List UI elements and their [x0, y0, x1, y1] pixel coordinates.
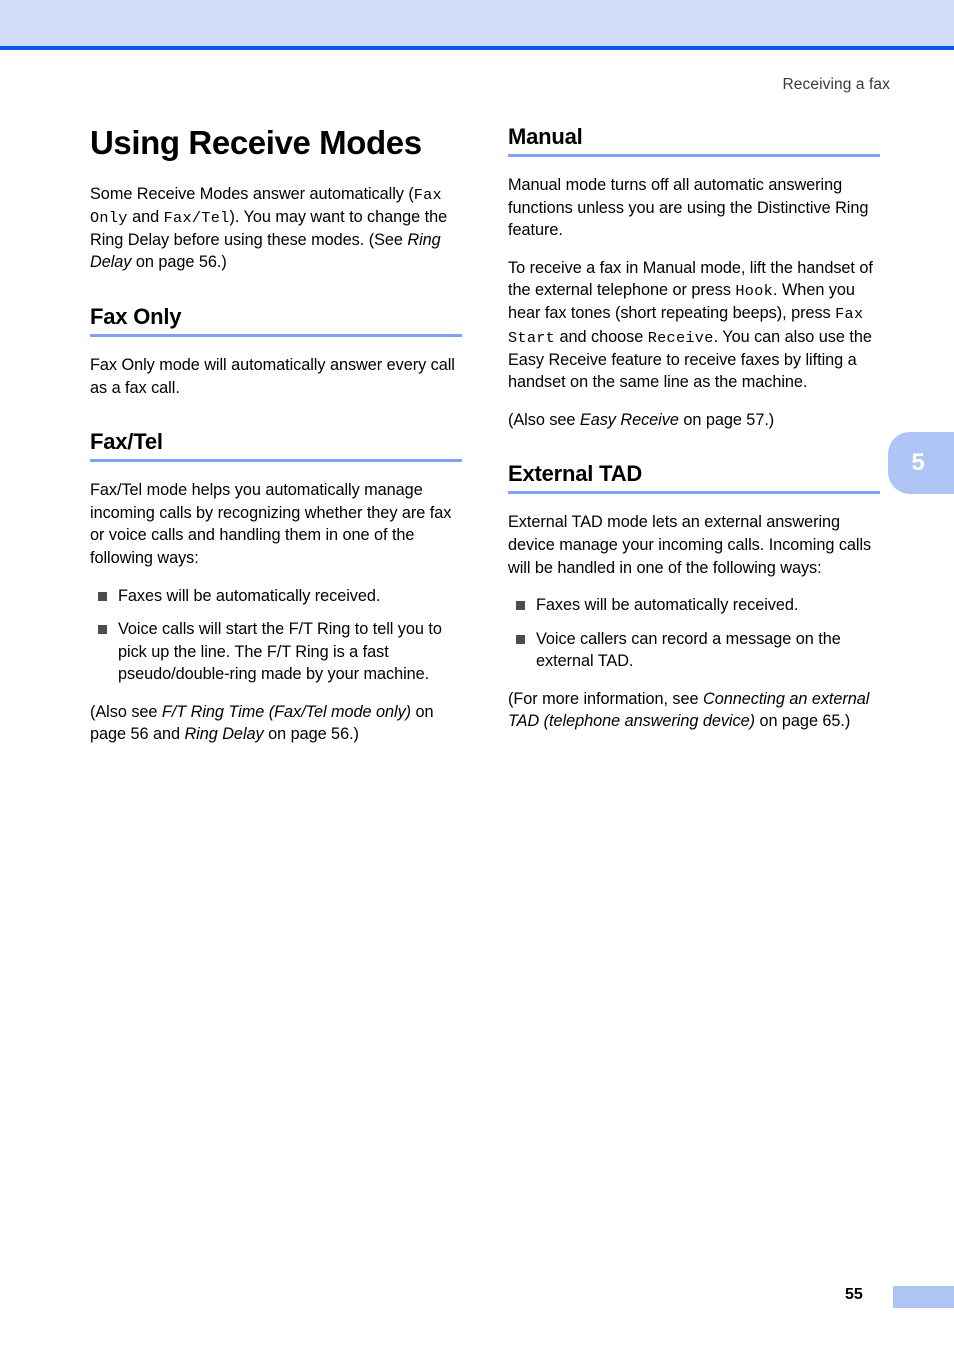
- section-manual: Manual Manual mode turns off all automat…: [508, 124, 880, 432]
- manual-crossref: (Also see Easy Receive on page 57.): [508, 409, 880, 432]
- manual-mono-hook: Hook: [735, 282, 774, 301]
- fax-tel-paragraph: Fax/Tel mode helps you automatically man…: [90, 481, 452, 568]
- external-tad-crossref: (For more information, see Connecting an…: [508, 688, 880, 733]
- bullet-square-icon: [516, 634, 525, 644]
- fax-tel-crossref: (Also see F/T Ring Time (Fax/Tel mode on…: [90, 701, 462, 746]
- right-column: Manual Manual mode turns off all automat…: [508, 124, 880, 733]
- section-fax-tel: Fax/Tel Fax/Tel mode helps you automatic…: [90, 429, 462, 746]
- manual-text-c: and choose: [555, 327, 648, 346]
- two-column-layout: Using Receive Modes Some Receive Modes a…: [90, 124, 880, 746]
- section-heading-fax-only: Fax Only: [90, 303, 182, 329]
- section-heading-manual: Manual: [508, 124, 583, 149]
- manual-mono-receive: Receive: [647, 328, 714, 347]
- heading-rule-manual: [508, 154, 880, 158]
- manual-paragraph-2: To receive a fax in Manual mode, lift th…: [508, 257, 880, 394]
- intro-mono-fax-tel: Fax/Tel: [163, 208, 230, 227]
- fax-tel-bullet-list: Faxes will be automatically received. Vo…: [90, 585, 462, 686]
- running-head: Receiving a fax: [782, 76, 890, 93]
- bullet-square-icon: [516, 601, 525, 611]
- page-number: 55: [845, 1286, 863, 1303]
- heading-rule-external-tad: [508, 491, 880, 495]
- bullet-square-icon: [98, 591, 107, 601]
- page-title: Using Receive Modes: [90, 124, 422, 161]
- section-fax-only: Fax Only Fax Only mode will automaticall…: [90, 303, 462, 399]
- external-tad-paragraph: External TAD mode lets an external answe…: [508, 513, 872, 577]
- bullet-square-icon: [98, 625, 107, 635]
- header-rule: [0, 46, 954, 50]
- fax-tel-crossref-c: on page 56.): [263, 725, 359, 744]
- footer-accent-block: [893, 1286, 954, 1308]
- heading-rule-fax-only: [90, 334, 462, 338]
- list-item: Faxes will be automatically received.: [90, 585, 462, 608]
- manual-ref-easy-receive: Easy Receive: [579, 410, 679, 429]
- manual-crossref-a: (Also see: [508, 410, 580, 429]
- section-external-tad: External TAD External TAD mode lets an e…: [508, 462, 880, 733]
- list-item-text: Voice calls will start the F/T Ring to t…: [118, 620, 442, 684]
- list-item-text: Faxes will be automatically received.: [536, 596, 799, 615]
- external-tad-crossref-b: on page 65.): [754, 712, 851, 731]
- fax-tel-ref-ring-delay: Ring Delay: [184, 725, 264, 744]
- intro-paragraph: Some Receive Modes answer automatically …: [90, 183, 462, 274]
- section-heading-fax-tel: Fax/Tel: [90, 429, 163, 455]
- intro-text-d: on page 56.): [131, 253, 227, 272]
- external-tad-bullet-list: Faxes will be automatically received. Vo…: [508, 594, 880, 673]
- list-item: Voice callers can record a message on th…: [508, 628, 880, 673]
- intro-text-b: and: [127, 207, 164, 226]
- heading-rule-fax-tel: [90, 459, 462, 463]
- chapter-tab: 5: [888, 432, 954, 494]
- list-item-text: Voice callers can record a message on th…: [536, 629, 841, 671]
- chapter-tab-number: 5: [911, 449, 925, 476]
- fax-tel-ref-ft-ring-time: F/T Ring Time (Fax/Tel mode only): [161, 702, 412, 721]
- manual-paragraph-1: Manual mode turns off all automatic answ…: [508, 176, 869, 240]
- header-band: [0, 0, 954, 46]
- list-item: Voice calls will start the F/T Ring to t…: [90, 618, 462, 686]
- external-tad-crossref-a: (For more information, see: [508, 689, 703, 708]
- list-item: Faxes will be automatically received.: [508, 594, 880, 617]
- page-content: Using Receive Modes Some Receive Modes a…: [90, 124, 880, 746]
- left-column: Using Receive Modes Some Receive Modes a…: [90, 125, 462, 746]
- intro-text-a: Some Receive Modes answer automatically …: [90, 184, 414, 203]
- section-heading-external-tad: External TAD: [508, 461, 643, 487]
- list-item-text: Faxes will be automatically received.: [118, 586, 381, 605]
- fax-only-paragraph: Fax Only mode will automatically answer …: [90, 356, 455, 397]
- manual-crossref-b: on page 57.): [678, 410, 775, 429]
- fax-tel-crossref-a: (Also see: [90, 702, 162, 721]
